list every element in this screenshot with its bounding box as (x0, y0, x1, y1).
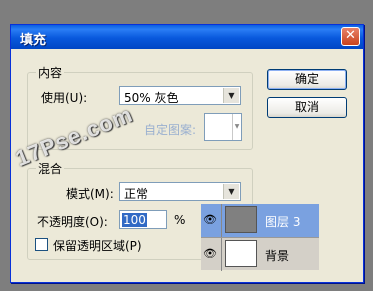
layer-row[interactable]: 👁 图层 3 (201, 204, 319, 237)
layer-name: 图层 3 (265, 215, 301, 229)
layer-thumbnail (225, 240, 257, 267)
opacity-input[interactable]: 100 (119, 210, 167, 229)
opacity-label: 不透明度(O): (37, 215, 108, 229)
visibility-toggle[interactable]: 👁 (201, 238, 222, 271)
chevron-down-icon: ▼ (232, 114, 241, 140)
preserve-transparency-checkbox[interactable] (35, 238, 48, 251)
chevron-down-icon[interactable]: ▼ (223, 184, 239, 199)
custom-pattern-picker[interactable]: ▼ (204, 113, 242, 141)
chevron-down-icon[interactable]: ▼ (223, 88, 239, 103)
mode-label: 模式(M): (66, 187, 114, 201)
use-select[interactable]: 50% 灰色 ▼ (119, 86, 241, 105)
layer-thumbnail (225, 206, 257, 233)
use-value: 50% 灰色 (124, 91, 179, 105)
layer-name: 背景 (265, 249, 290, 263)
visibility-toggle[interactable]: 👁 (201, 204, 222, 237)
dialog-title: 填充 (20, 33, 47, 48)
cancel-button[interactable]: 取消 (267, 97, 347, 118)
use-label: 使用(U): (41, 91, 88, 105)
custom-pattern-label: 自定图案: (144, 123, 197, 137)
ok-button[interactable]: 确定 (267, 69, 347, 90)
opacity-value: 100 (122, 213, 147, 227)
mode-select[interactable]: 正常 ▼ (119, 182, 241, 201)
contents-legend: 内容 (36, 64, 65, 81)
mode-value: 正常 (124, 187, 149, 201)
close-icon: ✕ (345, 28, 356, 43)
close-button[interactable]: ✕ (341, 27, 360, 46)
preserve-transparency-label[interactable]: 保留透明区域(P) (53, 237, 142, 254)
eye-icon: 👁 (203, 247, 217, 260)
layers-panel: 👁 图层 3 👁 背景 (201, 204, 319, 271)
title-bar[interactable]: 填充 ✕ (11, 25, 363, 49)
eye-icon: 👁 (203, 213, 217, 226)
layer-row[interactable]: 👁 背景 (201, 237, 319, 271)
opacity-unit: % (174, 213, 186, 227)
